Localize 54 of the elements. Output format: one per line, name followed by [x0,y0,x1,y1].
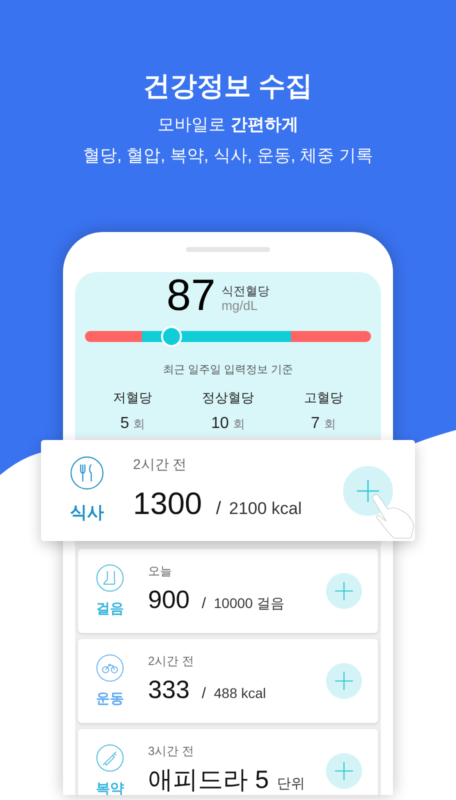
stat-count: 10 [211,414,229,434]
slider-thumb[interactable] [160,326,182,347]
stat-count: 7 [310,414,320,434]
plus-icon [335,762,353,780]
foot-icon [96,564,124,592]
fork-knife-icon [70,456,104,490]
separator: / [202,684,206,704]
subheadline: 모바일로 간편하게 [158,114,298,136]
time-ago: 2시간 전 [148,653,196,670]
category-label: 식사 [70,502,104,524]
time-ago: 3시간 전 [148,743,196,760]
stat-unit: 회 [324,416,336,432]
headline: 건강정보 수집 [143,70,313,103]
record-value: 애피드라 5 [148,765,269,795]
stat-label: 저혈당 [113,388,152,406]
stat-count: 5 [120,414,130,434]
glucose-value: 87 [166,274,216,318]
target-value: 2100 kcal [228,498,302,520]
target-value: 단위 [276,774,305,794]
separator: / [202,594,206,614]
stat-label: 정상혈당 [202,388,254,406]
record-value: 1300 [133,484,202,523]
record-card[interactable]: 식사 2시간 전 1300 / 2100 kcal [41,440,415,541]
category-label: 걸음 [96,598,124,618]
plus-icon [357,480,379,502]
low-range-segment [85,331,142,342]
add-button[interactable] [326,753,362,789]
time-ago: 2시간 전 [133,454,188,474]
separator: / [216,496,221,520]
stat-unit: 회 [232,416,245,432]
category-label: 복약 [96,778,124,795]
record-value: 900 [148,585,190,616]
add-button[interactable] [326,573,362,609]
add-button[interactable] [343,466,393,516]
add-button[interactable] [326,663,362,699]
plus-icon [335,672,353,690]
target-value: 10000 걸음 [214,594,285,614]
target-value: 488 kcal [214,684,266,704]
description: 혈당, 혈압, 복약, 식사, 운동, 체중 기록 [83,145,373,167]
stat-label: 고혈당 [304,388,343,406]
glucose-unit: mg/dL [221,298,259,314]
glucose-label: 식전혈당 [221,284,270,298]
syringe-icon [96,744,124,772]
record-card[interactable]: 복약 3시간 전 애피드라 5 단위 [78,729,378,795]
bicycle-icon [96,654,124,682]
time-ago: 오늘 [148,563,173,580]
category-label: 운동 [96,688,124,708]
pointing-hand-icon [371,492,417,540]
record-card[interactable]: 운동 2시간 전 333 / 488 kcal [78,639,378,723]
stat-unit: 회 [133,416,146,432]
record-card[interactable]: 걸음 오늘 900 / 10000 걸음 [78,549,378,633]
plus-icon [335,582,353,600]
record-value: 333 [148,675,190,706]
basis-note: 최근 일주일 입력정보 기준 [162,363,294,378]
